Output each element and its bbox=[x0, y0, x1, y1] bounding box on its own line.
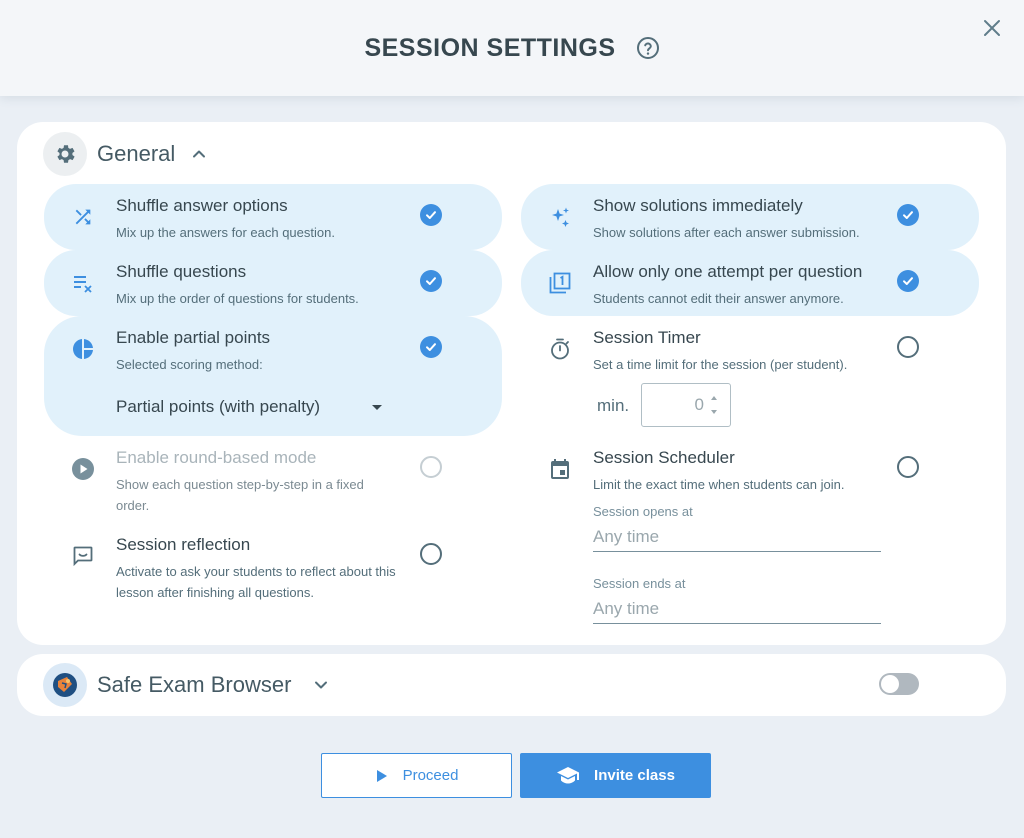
proceed-button[interactable]: Proceed bbox=[321, 753, 512, 798]
gear-icon bbox=[43, 132, 87, 176]
option-description: Mix up the answers for each question. bbox=[116, 225, 335, 240]
seb-section-title: Safe Exam Browser bbox=[97, 672, 292, 697]
checked-icon[interactable] bbox=[897, 204, 919, 226]
seb-toggle[interactable] bbox=[879, 673, 919, 695]
caret-down-icon bbox=[372, 404, 382, 410]
option-title: Session Scheduler bbox=[593, 448, 735, 467]
general-section: General Shuffle answer options Mix up th… bbox=[17, 122, 1006, 645]
close-icon[interactable] bbox=[980, 16, 1004, 40]
scoring-method-value: Partial points (with penalty) bbox=[116, 397, 321, 416]
invite-class-label: Invite class bbox=[594, 767, 675, 784]
dialog-footer: Proceed Invite class bbox=[0, 734, 1024, 838]
option-title: Session Timer bbox=[593, 328, 701, 347]
safe-exam-browser-logo-icon bbox=[43, 663, 87, 707]
option-description: Show solutions after each answer submiss… bbox=[593, 225, 860, 240]
play-icon bbox=[375, 769, 389, 783]
option-description: Activate to ask your students to reflect… bbox=[116, 564, 396, 600]
safe-exam-browser-section: Safe Exam Browser bbox=[17, 654, 1006, 716]
page-title: SESSION SETTINGS bbox=[364, 33, 616, 62]
option-title: Shuffle answer options bbox=[116, 196, 288, 215]
general-section-title: General bbox=[97, 141, 176, 166]
checked-icon[interactable] bbox=[420, 204, 442, 226]
unchecked-radio[interactable] bbox=[420, 543, 442, 565]
ends-at-label: Session ends at bbox=[593, 576, 686, 591]
option-title: Enable partial points bbox=[116, 328, 271, 347]
option-title: Allow only one attempt per question bbox=[593, 262, 863, 281]
checked-icon[interactable] bbox=[420, 270, 442, 292]
dialog-header: SESSION SETTINGS bbox=[0, 0, 1024, 96]
option-description: Set a time limit for the session (per st… bbox=[593, 357, 848, 372]
shuffle-icon bbox=[70, 204, 96, 230]
toggle-knob bbox=[881, 675, 899, 693]
shuffle-list-icon bbox=[70, 270, 96, 296]
unchecked-radio bbox=[420, 456, 442, 478]
checked-icon[interactable] bbox=[420, 336, 442, 358]
option-session-timer[interactable]: Session Timer Set a time limit for the s… bbox=[521, 316, 979, 436]
unchecked-radio[interactable] bbox=[897, 456, 919, 478]
scoring-method-select[interactable]: Partial points (with penalty) bbox=[116, 392, 382, 422]
option-description: Students cannot edit their answer anymor… bbox=[593, 291, 844, 306]
option-title: Session reflection bbox=[116, 535, 251, 554]
unchecked-radio[interactable] bbox=[897, 336, 919, 358]
opens-at-label: Session opens at bbox=[593, 504, 693, 519]
option-shuffle-answers[interactable]: Shuffle answer options Mix up the answer… bbox=[44, 184, 502, 250]
option-title: Shuffle questions bbox=[116, 262, 247, 281]
ends-at-input[interactable] bbox=[593, 594, 881, 624]
seb-section-header[interactable]: Safe Exam Browser bbox=[43, 663, 331, 707]
general-section-header[interactable]: General bbox=[43, 132, 209, 176]
calendar-icon bbox=[547, 456, 573, 482]
filter-one-icon bbox=[547, 270, 573, 296]
option-description: Show each question step-by-step in a fix… bbox=[116, 477, 364, 513]
opens-at-input[interactable] bbox=[593, 522, 881, 552]
option-session-reflection[interactable]: Session reflection Activate to ask your … bbox=[44, 523, 502, 609]
option-description: Selected scoring method: bbox=[116, 357, 263, 372]
option-title: Enable round-based mode bbox=[116, 448, 317, 467]
sparkle-icon bbox=[547, 204, 573, 230]
option-round-based-mode: Enable round-based mode Show each questi… bbox=[44, 436, 502, 522]
pie-chart-icon bbox=[70, 336, 96, 362]
help-icon[interactable] bbox=[636, 36, 660, 60]
feedback-icon bbox=[70, 543, 96, 569]
option-partial-points[interactable]: Enable partial points Selected scoring m… bbox=[44, 316, 502, 436]
timer-icon bbox=[547, 336, 573, 362]
play-circle-icon bbox=[70, 456, 96, 482]
graduation-cap-icon bbox=[556, 766, 580, 786]
stepper-arrows-icon[interactable] bbox=[707, 396, 721, 414]
option-session-scheduler[interactable]: Session Scheduler Limit the exact time w… bbox=[521, 436, 979, 636]
chevron-down-icon[interactable] bbox=[311, 675, 331, 695]
option-description: Limit the exact time when students can j… bbox=[593, 477, 845, 492]
checked-icon[interactable] bbox=[897, 270, 919, 292]
proceed-label: Proceed bbox=[402, 767, 459, 784]
option-description: Mix up the order of questions for studen… bbox=[116, 291, 359, 306]
chevron-up-icon[interactable] bbox=[189, 144, 209, 164]
option-one-attempt[interactable]: Allow only one attempt per question Stud… bbox=[521, 250, 979, 316]
option-show-solutions[interactable]: Show solutions immediately Show solution… bbox=[521, 184, 979, 250]
invite-class-button[interactable]: Invite class bbox=[520, 753, 711, 798]
option-title: Show solutions immediately bbox=[593, 196, 803, 215]
settings-scroll-area[interactable]: General Shuffle answer options Mix up th… bbox=[0, 96, 1024, 734]
minutes-label: min. bbox=[597, 396, 630, 415]
option-shuffle-questions[interactable]: Shuffle questions Mix up the order of qu… bbox=[44, 250, 502, 316]
